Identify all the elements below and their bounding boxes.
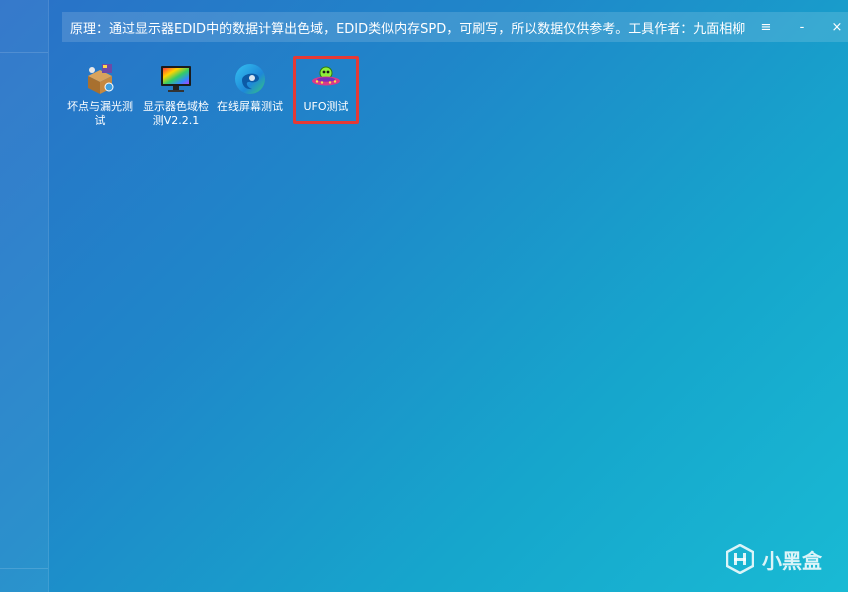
app-label: 在线屏幕测试 (217, 100, 283, 113)
left-panel-divider (0, 568, 48, 569)
app-label: 显示器色域检测V2.2.1 (143, 100, 209, 127)
monitor-rainbow-icon (161, 66, 191, 92)
app-dead-pixel-test[interactable]: 坏点与漏光测试 (64, 56, 136, 128)
app-online-screen-test[interactable]: 在线屏幕测试 (214, 56, 286, 114)
close-icon: × (831, 19, 843, 35)
edge-browser-icon (235, 64, 265, 94)
app-label: 坏点与漏光测试 (67, 100, 133, 127)
app-color-gamut-test[interactable]: 显示器色域检测V2.2.1 (140, 56, 212, 128)
menu-icon: ≡ (760, 19, 772, 35)
title-bar: 原理：通过显示器EDID中的数据计算出色域，EDID类似内存SPD，可刷写，所以… (62, 12, 848, 42)
box-tool-icon (88, 64, 114, 94)
window-title: 原理：通过显示器EDID中的数据计算出色域，EDID类似内存SPD，可刷写，所以… (70, 22, 746, 37)
menu-button[interactable]: ≡ (748, 12, 784, 42)
left-panel (0, 0, 49, 592)
left-panel-divider (0, 52, 48, 53)
minimize-icon: - (799, 19, 805, 35)
selection-highlight (293, 56, 359, 124)
desktop-screen: 原理：通过显示器EDID中的数据计算出色域，EDID类似内存SPD，可刷写，所以… (0, 0, 848, 592)
watermark-text: 小黑盒 (762, 548, 822, 573)
watermark: 小黑盒 (726, 544, 822, 574)
close-button[interactable]: × (819, 12, 848, 42)
minimize-button[interactable]: - (784, 12, 820, 42)
heybox-logo-icon (726, 544, 754, 574)
